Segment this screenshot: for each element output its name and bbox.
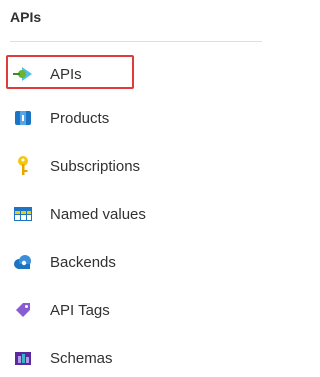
nav-item-label: API Tags (50, 301, 110, 319)
tag-icon (12, 299, 34, 321)
nav-item-products[interactable]: Products (6, 99, 256, 137)
nav-item-api-tags[interactable]: API Tags (6, 291, 256, 329)
key-icon (12, 155, 34, 177)
divider (10, 41, 262, 42)
section-title: APIs (10, 9, 42, 25)
nav-item-label: Products (50, 109, 110, 127)
nav-item-label: Backends (50, 253, 116, 271)
nav-item-schemas[interactable]: Schemas (6, 339, 256, 377)
nav-item-named-values[interactable]: Named values (6, 195, 256, 233)
nav-item-apis[interactable]: APIs (6, 55, 256, 93)
nav-item-subscriptions[interactable]: Subscriptions (6, 147, 256, 185)
cloud-icon (12, 251, 34, 273)
nav-item-backends[interactable]: Backends (6, 243, 256, 281)
nav-item-label: Named values (50, 205, 146, 223)
nav-item-label: Schemas (50, 349, 113, 367)
table-icon (12, 203, 34, 225)
schema-icon (12, 347, 34, 369)
products-icon (12, 107, 34, 129)
selection-highlight (6, 55, 134, 89)
nav-item-label: Subscriptions (50, 157, 141, 175)
